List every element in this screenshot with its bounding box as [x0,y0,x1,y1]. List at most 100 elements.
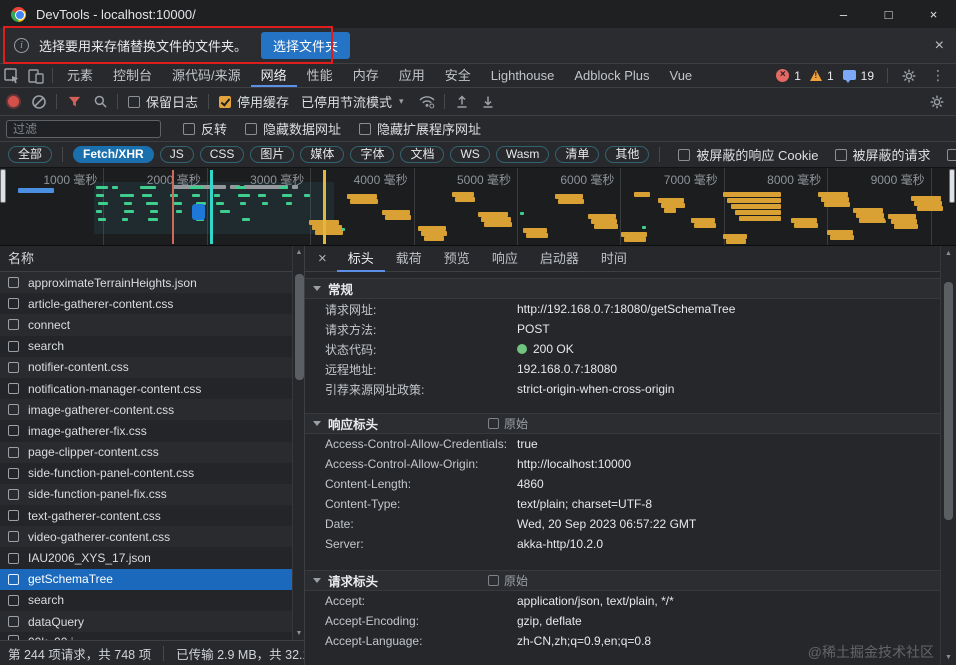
clear-icon[interactable] [26,89,52,115]
hide-extension-urls-toggle[interactable]: 隐藏扩展程序网址 [359,119,481,138]
request-row[interactable]: approximateTerrainHeights.json [0,272,292,294]
overview-handle-right[interactable] [949,169,955,203]
close-window-button[interactable]: × [911,0,956,28]
name-column-header[interactable]: 名称 [0,246,304,272]
request-row[interactable]: page-clipper-content.css [0,441,292,463]
request-row[interactable]: notification-manager-content.css [0,377,292,400]
timeline-overview[interactable]: 1000 毫秒 2000 毫秒 3000 毫秒 4000 毫秒 5000 毫秒 6000 … [0,168,956,246]
hide-extension-urls-checkbox[interactable] [359,122,372,135]
request-row[interactable]: connect [0,314,292,336]
close-details-icon[interactable]: × [305,250,337,267]
tab-Vue[interactable]: Vue [660,64,703,87]
raw-toggle[interactable]: 原始 [488,572,528,589]
minimize-button[interactable]: – [821,0,866,28]
tab-控制台[interactable]: 控制台 [103,64,162,87]
throttling-select[interactable]: 已停用节流模式 ▾ [301,92,404,111]
settings-gear-icon[interactable] [897,65,921,87]
invert-toggle[interactable]: 反转 [183,119,227,138]
filter-pill-其他[interactable]: 其他 [605,146,650,163]
tab-内存[interactable]: 内存 [343,64,389,87]
details-tab-启动器[interactable]: 启动器 [529,246,590,272]
more-menu-icon[interactable]: ⋮ [926,65,950,87]
row-checkbox[interactable] [8,425,19,437]
request-row[interactable]: image-gatherer-fix.css [0,420,292,442]
tab-元素[interactable]: 元素 [57,64,103,87]
hide-data-urls-toggle[interactable]: 隐藏数据网址 [245,119,341,138]
device-toolbar-icon[interactable] [24,65,48,87]
request-row[interactable]: search [0,335,292,357]
request-row[interactable]: article-gatherer-content.css [0,293,292,315]
tab-Adblock Plus[interactable]: Adblock Plus [564,64,659,87]
third-party-toggle[interactable]: 第三方请求 [946,145,956,164]
blocked-requests-checkbox[interactable] [834,148,847,161]
tab-网络[interactable]: 网络 [251,64,297,87]
filter-pill-CSS[interactable]: CSS [199,146,245,163]
row-checkbox[interactable] [8,531,19,543]
row-checkbox[interactable] [8,383,19,395]
row-checkbox[interactable] [8,552,19,564]
raw-toggle[interactable]: 原始 [488,415,528,432]
request-row[interactable]: image-gatherer-content.css [0,399,292,421]
filter-pill-媒体[interactable]: 媒体 [300,146,345,163]
details-scrollbar[interactable]: ▲ ▼ [940,246,956,665]
hide-data-urls-checkbox[interactable] [245,122,258,135]
raw-checkbox[interactable] [488,575,499,586]
filter-pill-Fetch/XHR[interactable]: Fetch/XHR [73,146,154,163]
overview-handle-left[interactable] [0,169,6,203]
tab-性能[interactable]: 性能 [297,64,343,87]
blocked-requests-toggle[interactable]: 被屏蔽的请求 [834,145,931,164]
row-checkbox[interactable] [8,510,19,522]
row-checkbox[interactable] [8,446,19,458]
filter-pill-文档[interactable]: 文档 [400,146,445,163]
row-checkbox[interactable] [8,594,19,606]
scroll-down-icon[interactable]: ▼ [293,630,304,637]
filter-pill-全部[interactable]: 全部 [8,146,53,163]
tab-安全[interactable]: 安全 [435,64,481,87]
scroll-up-icon[interactable]: ▲ [941,250,956,257]
infobar-close-icon[interactable]: × [935,37,944,55]
row-checkbox[interactable] [8,573,19,585]
tab-应用[interactable]: 应用 [389,64,435,87]
details-tab-时间[interactable]: 时间 [590,246,638,272]
import-har-icon[interactable] [449,89,475,115]
message-badge-icon[interactable] [842,69,856,83]
invert-checkbox[interactable] [183,122,195,135]
third-party-checkbox[interactable] [946,148,956,161]
request-list-scrollbar[interactable]: ▲ ▼ [292,246,304,640]
section-header[interactable]: 响应标头 原始 [305,413,940,434]
search-icon[interactable] [87,89,113,115]
filter-pill-字体[interactable]: 字体 [350,146,395,163]
request-row[interactable]: text-gatherer-content.css [0,505,292,527]
raw-checkbox[interactable] [488,418,499,429]
warning-count[interactable]: 1 [827,69,834,83]
request-row[interactable]: side-function-panel-fix.css [0,483,292,506]
filter-input[interactable] [6,119,161,138]
section-header[interactable]: 常规 [305,278,940,299]
maximize-button[interactable]: □ [866,0,911,28]
filter-pill-清单[interactable]: 清单 [555,146,600,163]
disable-cache-toggle[interactable]: 停用缓存 [219,92,289,111]
choose-folder-button[interactable]: 选择文件夹 [261,32,351,59]
scrollbar-thumb[interactable] [944,282,953,520]
request-row-partial[interactable]: 00k_00.j [0,632,292,640]
request-row[interactable]: IAU2006_XYS_17.json [0,547,292,569]
details-tab-响应[interactable]: 响应 [481,246,529,272]
row-checkbox[interactable] [8,319,19,331]
scrollbar-thumb[interactable] [295,274,304,380]
warning-badge-icon[interactable] [809,70,822,81]
row-checkbox[interactable] [8,467,19,479]
row-checkbox[interactable] [8,340,19,352]
row-checkbox[interactable] [8,361,19,373]
tab-Lighthouse[interactable]: Lighthouse [481,64,565,87]
row-checkbox[interactable] [8,404,19,416]
row-checkbox[interactable] [8,488,19,500]
row-checkbox[interactable] [8,277,19,289]
filter-icon[interactable] [61,89,87,115]
scroll-down-icon[interactable]: ▼ [941,654,956,661]
blocked-cookies-checkbox[interactable] [678,148,691,161]
details-tab-载荷[interactable]: 载荷 [385,246,433,272]
error-badge-icon[interactable] [776,69,790,82]
disable-cache-checkbox[interactable] [219,95,232,108]
preserve-log-checkbox[interactable] [128,95,140,108]
network-settings-gear-icon[interactable] [924,89,950,115]
